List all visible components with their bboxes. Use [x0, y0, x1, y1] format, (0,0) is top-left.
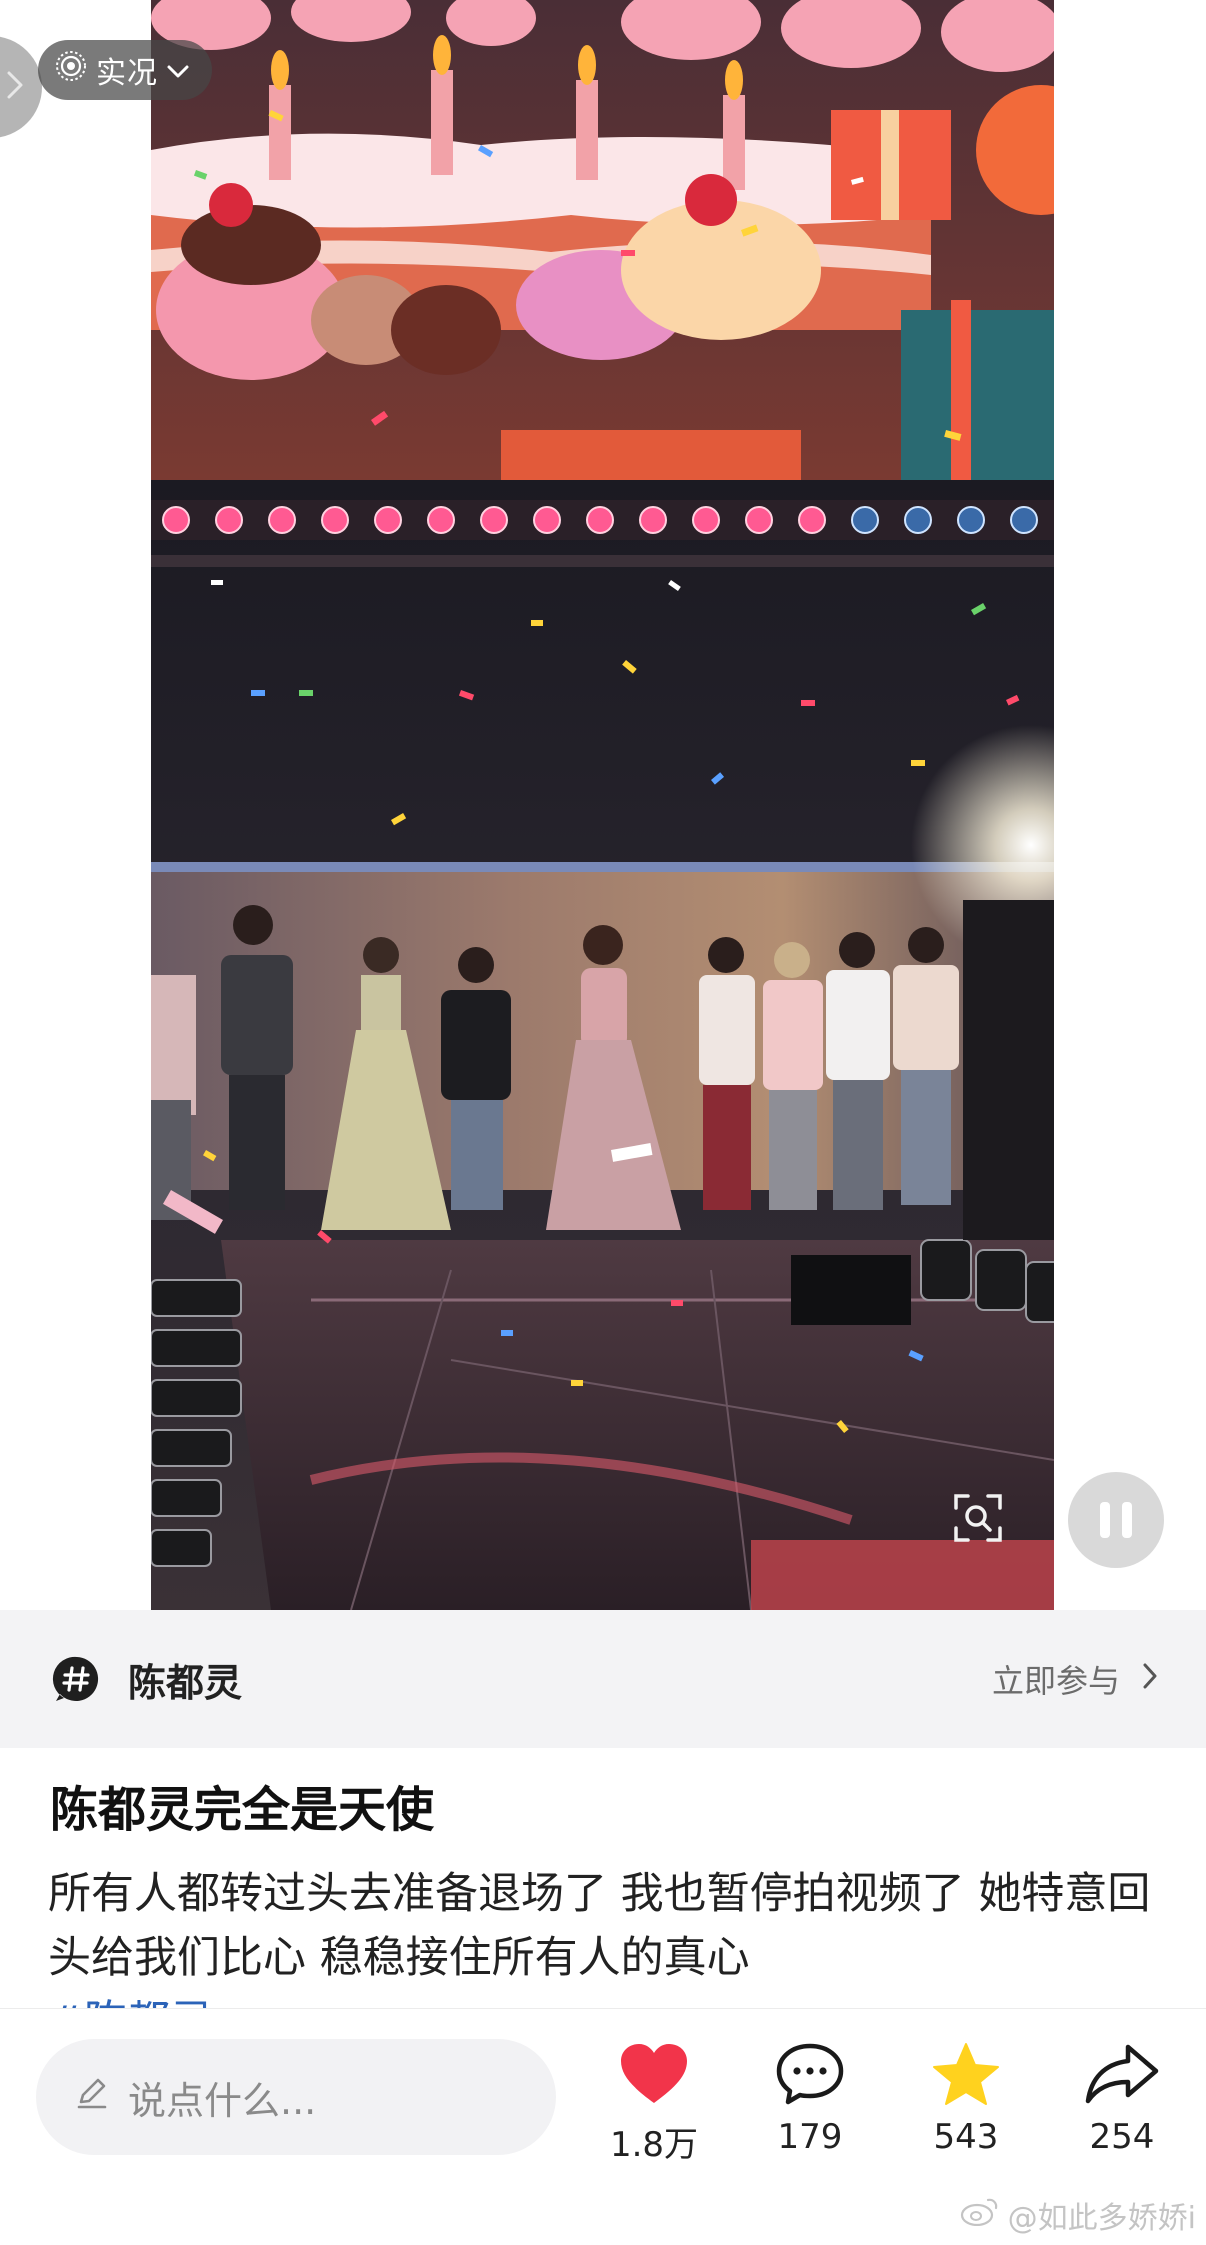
share-arrow-icon	[1084, 2041, 1160, 2107]
image-search-icon	[950, 1494, 1006, 1550]
live-photo[interactable]	[151, 0, 1054, 1610]
weibo-logo-icon	[960, 2196, 1000, 2234]
heart-icon	[618, 2041, 690, 2107]
live-photo-toggle[interactable]: 实况	[38, 40, 212, 100]
share-button[interactable]: 254	[1052, 2041, 1192, 2157]
chat-bubble-icon	[774, 2041, 846, 2107]
pause-button[interactable]	[1068, 1472, 1164, 1568]
pencil-icon	[74, 2075, 110, 2120]
media-viewer: 实况	[0, 0, 1206, 1610]
star-icon	[930, 2041, 1002, 2107]
post-hashtag-link[interactable]: #陈都灵	[48, 1997, 213, 2008]
post-body-text: 所有人都转过头去准备退场了 我也暂停拍视频了 她特意回头给我们比心 稳稳接住所有…	[48, 1869, 1151, 1983]
like-button[interactable]: 1.8万	[584, 2041, 724, 2166]
bottom-action-bar: 说点什么... 1.8万 179 543 254 @如此多娇娇i	[0, 2008, 1206, 2245]
join-topic-link[interactable]: 立即参与	[992, 1656, 1158, 1702]
chevron-right-icon	[1142, 1660, 1158, 1698]
comment-count: 179	[777, 2117, 843, 2157]
live-photo-icon	[54, 49, 88, 91]
comment-button[interactable]: 179	[740, 2041, 880, 2157]
chevron-down-icon	[166, 53, 190, 88]
image-search-button[interactable]	[950, 1490, 1006, 1546]
collapse-panel-tab[interactable]	[0, 36, 42, 138]
share-count: 254	[1089, 2117, 1155, 2157]
join-label: 立即参与	[991, 1662, 1120, 1700]
watermark: @如此多娇娇i	[960, 2193, 1196, 2237]
favorite-count: 543	[933, 2117, 999, 2157]
post-body: 所有人都转过头去准备退场了 我也暂停拍视频了 她特意回头给我们比心 稳稳接住所有…	[48, 1862, 1168, 2008]
favorite-button[interactable]: 543	[896, 2041, 1036, 2157]
topic-bar[interactable]: 陈都灵 立即参与	[0, 1610, 1206, 1748]
comment-input[interactable]: 说点什么...	[36, 2039, 556, 2155]
chevron-right-icon	[6, 70, 24, 104]
hashtag-icon	[52, 1654, 102, 1704]
live-label: 实况	[96, 56, 158, 91]
topic-name: 陈都灵	[128, 1660, 243, 1705]
pause-icon-bar	[1122, 1502, 1132, 1538]
watermark-text: @如此多娇娇i	[1007, 2201, 1196, 2236]
like-count: 1.8万	[609, 2125, 699, 2165]
post-title: 陈都灵完全是天使	[50, 1782, 435, 1838]
pause-icon	[1100, 1502, 1110, 1538]
comment-placeholder: 说点什么...	[128, 2078, 317, 2123]
